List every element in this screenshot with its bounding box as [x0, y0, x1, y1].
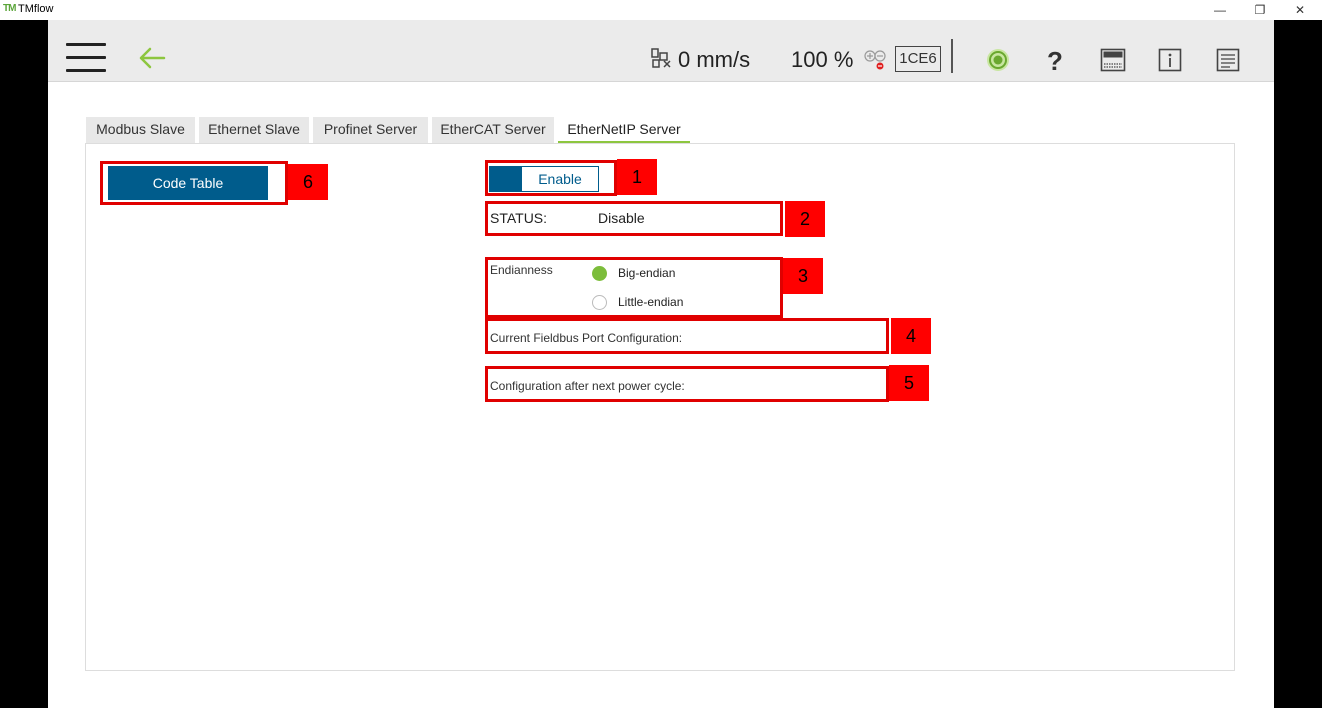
- header-toolbar: 0 mm/s 100 % 1CE6 ?: [48, 20, 1274, 82]
- log-icon[interactable]: [1215, 47, 1241, 73]
- close-window-button[interactable]: ✕: [1280, 0, 1320, 20]
- header-divider: [951, 39, 953, 73]
- robot-code-badge: 1CE6: [895, 46, 941, 72]
- callout-box-3: [485, 257, 783, 318]
- callout-number-5: 5: [889, 365, 929, 401]
- minimize-button[interactable]: —: [1200, 0, 1240, 20]
- window-title: TMflow: [18, 3, 54, 15]
- app-logo-icon: TM: [3, 3, 16, 14]
- robot-speed-icon: [651, 48, 671, 68]
- callout-number-1: 1: [617, 159, 657, 195]
- speed-percent: 100 %: [791, 47, 854, 72]
- plus-minus-icon[interactable]: [863, 49, 887, 71]
- help-icon[interactable]: ?: [1042, 47, 1068, 73]
- window-titlebar: TM TMflow — ❐ ✕: [0, 0, 1322, 20]
- callout-box-5: [485, 366, 889, 402]
- callout-box-4: [485, 318, 889, 354]
- back-arrow-icon[interactable]: [138, 44, 166, 72]
- speed-readout: 0 mm/s: [678, 47, 751, 72]
- callout-box-1: [485, 160, 617, 196]
- callout-number-6: 6: [288, 164, 328, 200]
- tab-profinet-server[interactable]: Profinet Server: [313, 117, 428, 143]
- callout-box-2: [485, 201, 783, 236]
- info-icon[interactable]: [1157, 47, 1183, 73]
- maximize-button[interactable]: ❐: [1240, 0, 1280, 20]
- callout-number-3: 3: [783, 258, 823, 294]
- callout-number-4: 4: [891, 318, 931, 354]
- tab-ethercat-server[interactable]: EtherCAT Server: [432, 117, 554, 143]
- display-icon[interactable]: [1100, 47, 1126, 73]
- callout-box-6: [100, 161, 288, 205]
- svg-text:?: ?: [1047, 47, 1063, 73]
- tab-ethernet-slave[interactable]: Ethernet Slave: [199, 117, 309, 143]
- status-indicator-icon[interactable]: [985, 47, 1011, 73]
- app-window: 0 mm/s 100 % 1CE6 ? Modbus Slave Etherne…: [48, 20, 1274, 708]
- menu-icon[interactable]: [66, 43, 106, 75]
- callout-number-2: 2: [785, 201, 825, 237]
- tab-ethernetip-server[interactable]: EtherNetIP Server: [558, 117, 690, 143]
- tab-modbus-slave[interactable]: Modbus Slave: [86, 117, 195, 143]
